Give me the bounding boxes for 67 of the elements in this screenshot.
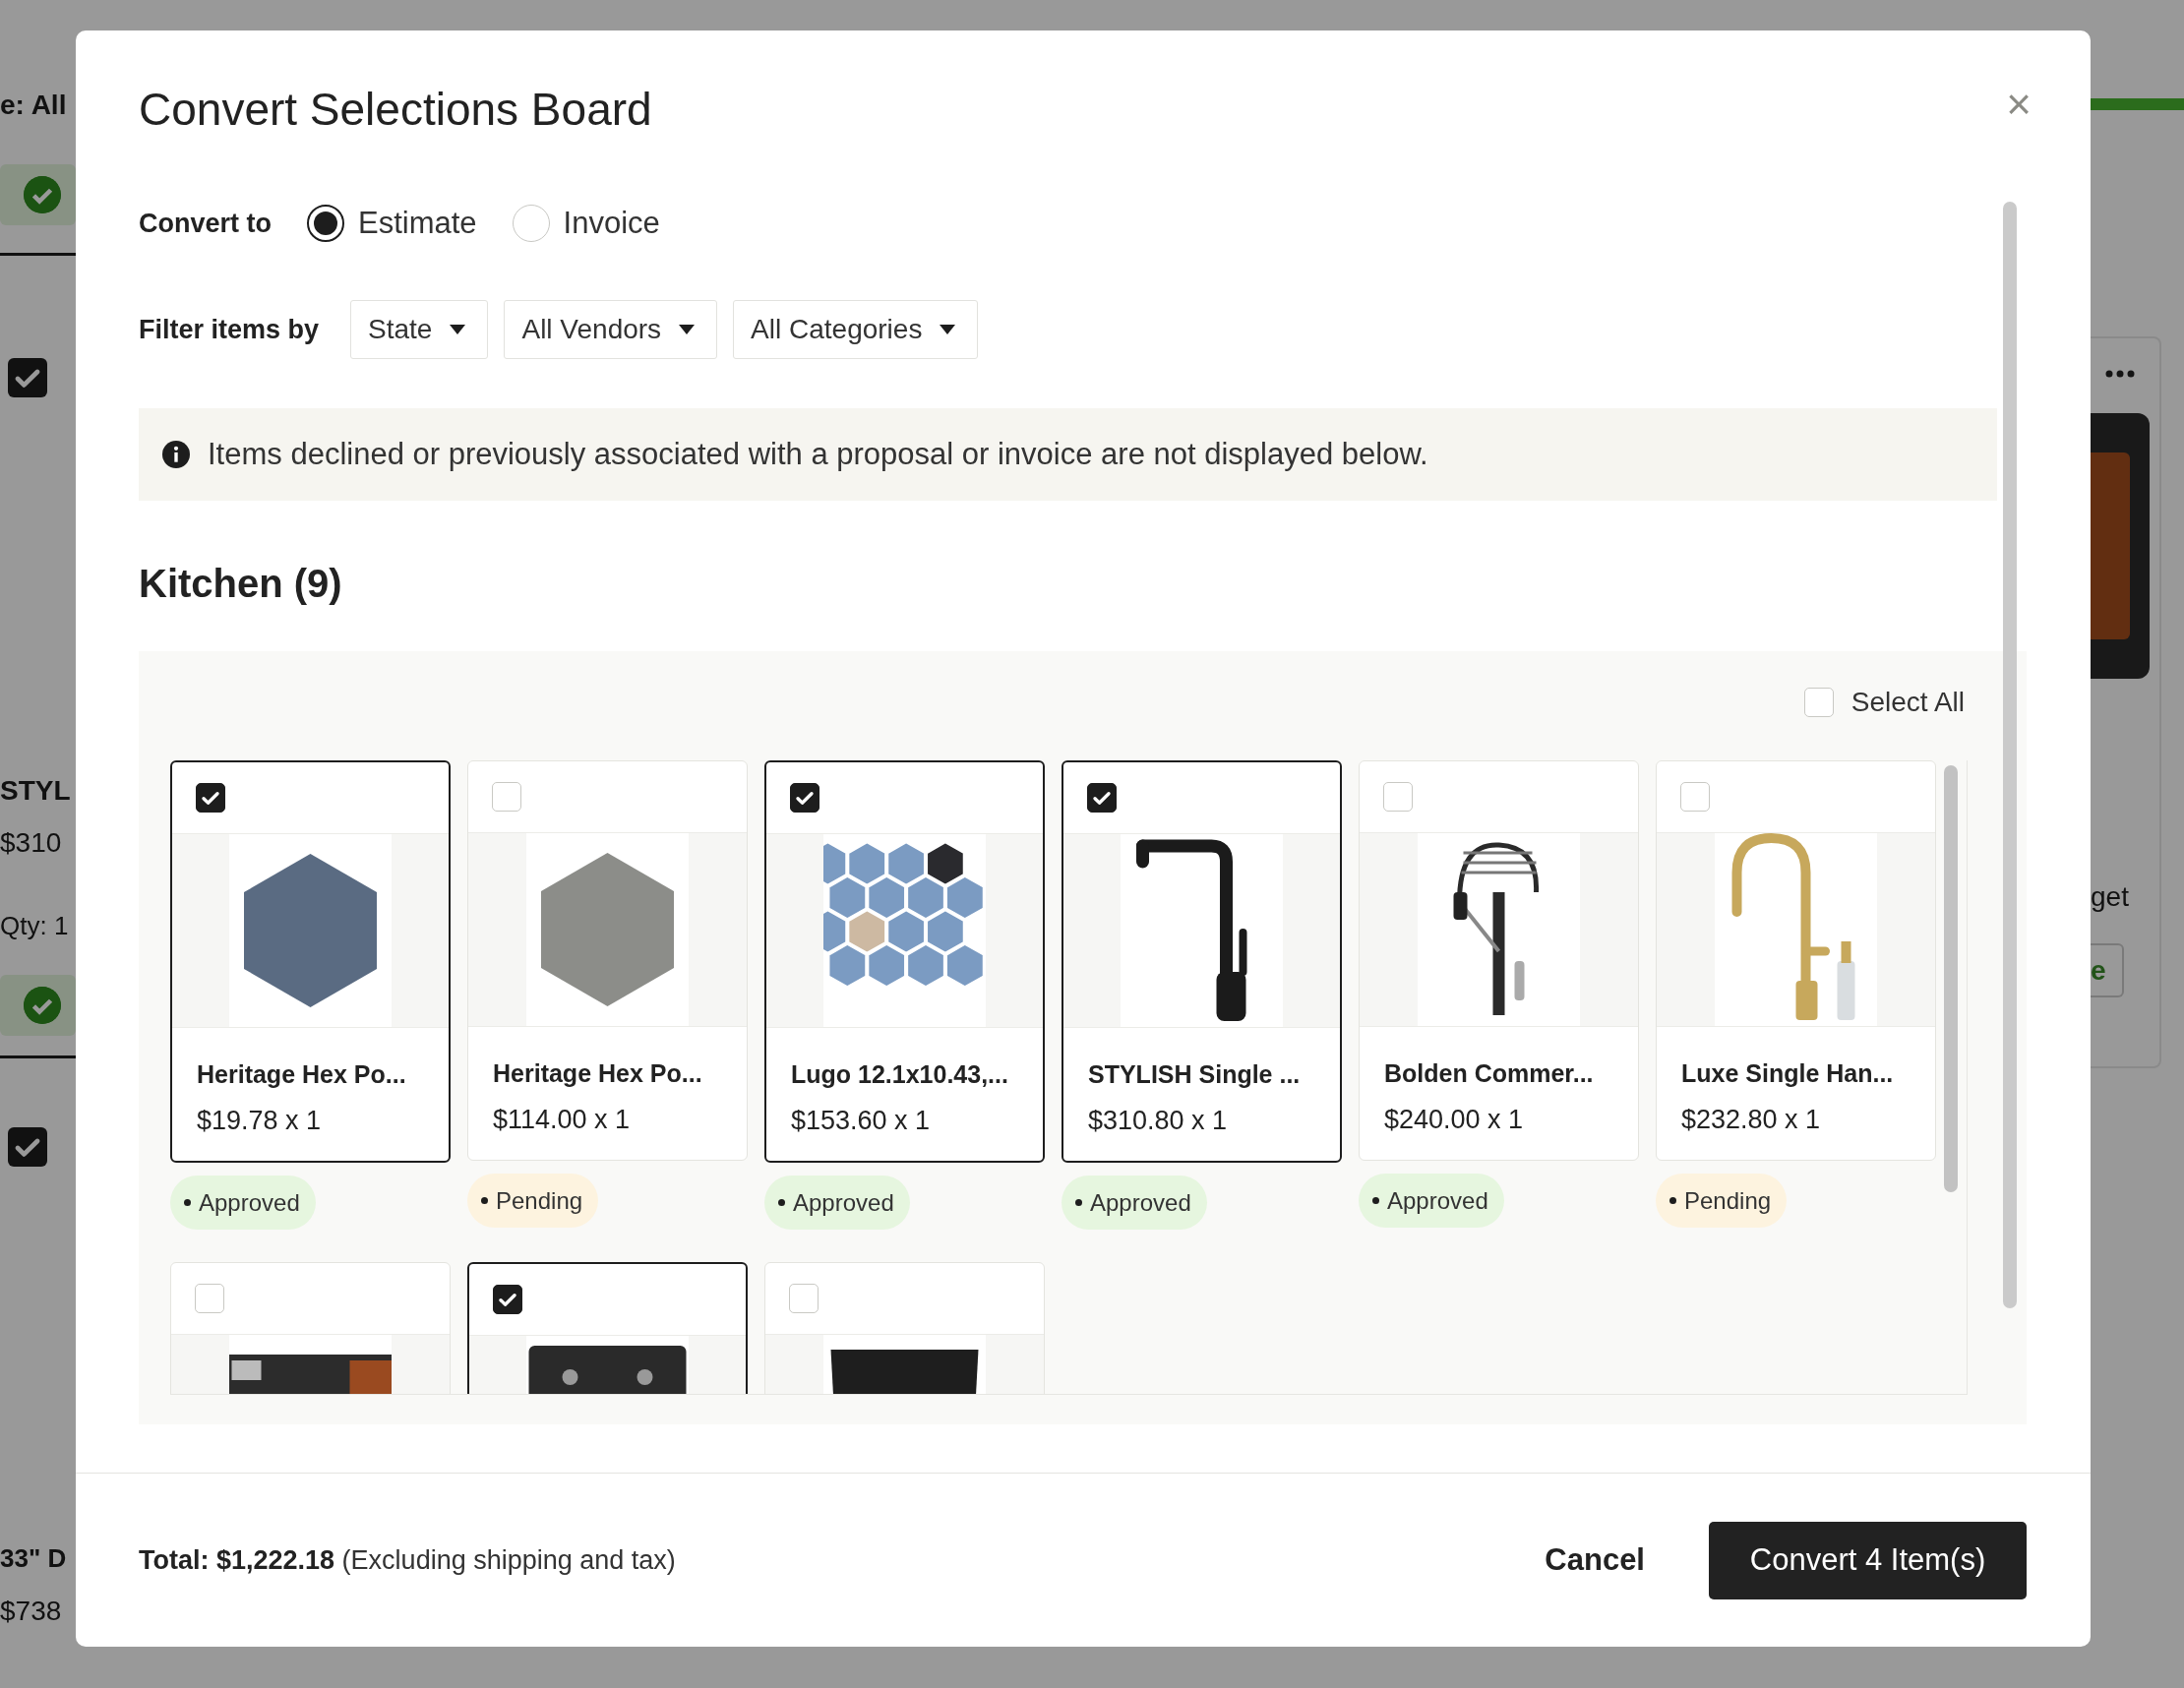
product-card[interactable]: Heritage Hex Po... $114.00 x 1 [467, 760, 748, 1161]
product-price: $114.00 x 1 [493, 1104, 632, 1136]
caret-icon [679, 325, 696, 334]
filter-dropdown[interactable]: State [350, 300, 489, 359]
checkbox[interactable] [8, 358, 47, 397]
cancel-button[interactable]: Cancel [1545, 1542, 1645, 1578]
product-price: $232.80 x 1 [1681, 1104, 1822, 1136]
product-card[interactable]: STYLISH Single ... $310.80 x 1 [1062, 760, 1342, 1163]
item-price: $738 [0, 1595, 63, 1628]
status-label: Approved [1090, 1188, 1191, 1217]
section-title: Kitchen (9) [139, 561, 343, 607]
status-dot-icon [778, 1199, 785, 1206]
check-circle-icon [24, 987, 61, 1024]
product-name: Heritage Hex Po... [197, 1059, 407, 1090]
checkbox[interactable] [1087, 783, 1117, 813]
status-label: Pending [496, 1186, 583, 1215]
status-label: Approved [1387, 1186, 1488, 1215]
item-quantity: Qty: 1 [0, 910, 70, 942]
info-text: Items declined or previously associated with a proposal or invoice are not displayed below. [208, 437, 1428, 472]
product-price: $310.80 x 1 [1088, 1105, 1229, 1137]
product-card[interactable]: Heritage Hex Po... $19.78 x 1 [170, 760, 451, 1163]
caret-icon [940, 325, 956, 334]
checkbox[interactable] [8, 1127, 47, 1167]
checkbox[interactable] [493, 1285, 522, 1314]
product-price: $19.78 x 1 [197, 1105, 323, 1137]
filter-dropdown[interactable]: All Vendors [504, 300, 718, 359]
dialog-title: Convert Selections Board [139, 83, 652, 137]
item-price: $310 [0, 826, 63, 860]
info-icon [162, 441, 190, 468]
total-text: Total: $1,222.18 (Excluding shipping and tax) [139, 1544, 677, 1576]
product-card[interactable]: Bolden Commer... $240.00 x 1 [1359, 760, 1639, 1161]
status-dot-icon [1372, 1197, 1379, 1204]
status-label: Approved [793, 1188, 894, 1217]
more-icon[interactable] [2105, 370, 2135, 378]
status-label: Approved [199, 1188, 300, 1217]
product-name: Heritage Hex Po... [493, 1058, 703, 1089]
select-all-checkbox[interactable]: Select All [1803, 681, 1965, 724]
filter-label: e: All [0, 89, 68, 122]
filter-dropdown[interactable]: All Categories [733, 300, 979, 359]
product-name: Lugo 12.1x10.43,... [791, 1059, 1009, 1090]
item-name: 33" D [0, 1542, 68, 1575]
product-name: Bolden Commer... [1384, 1058, 1595, 1089]
status-dot-icon [1669, 1197, 1676, 1204]
status-dot-icon [481, 1197, 488, 1204]
checkbox[interactable] [790, 783, 819, 813]
product-price: $240.00 x 1 [1384, 1104, 1525, 1136]
status-label: Pending [1684, 1186, 1772, 1215]
status-dot-icon [1075, 1199, 1082, 1206]
product-card[interactable]: Lugo 12.1x10.43,... $153.60 x 1 [764, 760, 1045, 1163]
scrollbar[interactable] [1944, 765, 1958, 1192]
caret-icon [450, 325, 466, 334]
radio-option[interactable]: Invoice [512, 205, 660, 242]
link-text[interactable]: get [2091, 880, 2159, 914]
item-name: STYL [0, 774, 72, 808]
filter-label: Filter items by [139, 314, 320, 345]
product-name: Luxe Single Han... [1681, 1058, 1895, 1089]
convert-to-label: Convert to [139, 208, 272, 239]
scrollbar[interactable] [2003, 202, 2017, 1308]
product-price: $153.60 x 1 [791, 1105, 932, 1137]
radio-button[interactable] [307, 205, 344, 242]
status-dot-icon [184, 1199, 191, 1206]
check-circle-icon [24, 176, 61, 213]
product-name: STYLISH Single ... [1088, 1059, 1302, 1090]
product-card[interactable]: Luxe Single Han... $232.80 x 1 [1656, 760, 1936, 1161]
radio-option[interactable]: Estimate [307, 205, 477, 242]
convert-button[interactable]: Convert 4 Item(s) [1709, 1521, 2027, 1599]
checkbox[interactable] [196, 783, 225, 813]
